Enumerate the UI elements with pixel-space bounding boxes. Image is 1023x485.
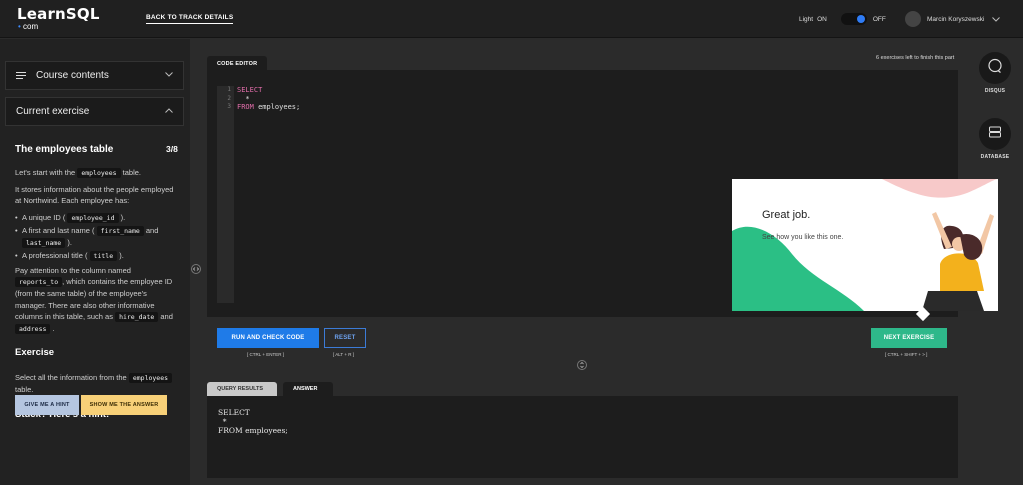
toggle-knob xyxy=(856,15,865,23)
tab-answer[interactable]: ANSWER xyxy=(283,382,333,396)
line-numbers: 1 2 3 xyxy=(217,86,234,303)
course-contents-toggle[interactable]: Course contents xyxy=(5,61,184,90)
logo[interactable]: LearnSQL • com xyxy=(17,6,100,32)
menu-icon xyxy=(16,72,26,80)
panel-resize-handle[interactable] xyxy=(577,360,587,370)
list-item: A first and last name ( first_name and l… xyxy=(15,225,180,249)
user-name: Marcin Koryszewski xyxy=(927,15,985,23)
intro-paragraph: Let's start with the employees table. xyxy=(15,168,141,178)
reset-shortcut: [ ALT + R ] xyxy=(333,352,354,357)
theme-switch: Light ON OFF xyxy=(799,13,890,25)
theme-off-label: OFF xyxy=(872,15,886,23)
chevron-down-icon xyxy=(992,15,1001,24)
exercise-counter: 3/8 xyxy=(166,144,178,154)
show-answer-button[interactable]: SHOW ME THE ANSWER xyxy=(81,395,167,415)
avatar xyxy=(905,11,921,27)
disqus-button[interactable] xyxy=(979,52,1011,84)
logo-domain: com xyxy=(23,22,39,31)
top-bar: LearnSQL • com BACK TO TRACK DETAILS Lig… xyxy=(0,0,1023,38)
disqus-label: DISQUS xyxy=(984,88,1006,94)
reset-button[interactable]: RESET xyxy=(324,328,366,348)
exercise-title: The employees table xyxy=(15,144,114,155)
next-exercise-button[interactable]: NEXT EXERCISE xyxy=(871,328,947,348)
theme-toggle[interactable] xyxy=(840,13,867,25)
logo-dot: • xyxy=(18,22,21,31)
database-icon xyxy=(988,125,1002,144)
theme-on-label: ON xyxy=(817,15,827,23)
current-exercise-toggle[interactable]: Current exercise xyxy=(5,97,184,126)
tab-query-results[interactable]: QUERY RESULTS xyxy=(207,382,277,396)
comment-icon xyxy=(987,58,1003,79)
user-menu[interactable]: Marcin Koryszewski xyxy=(905,11,1001,27)
exercise-heading: Exercise xyxy=(15,347,55,358)
next-shortcut: [ CTRL + SHIFT + > ] xyxy=(885,352,928,357)
task-paragraph: Select all the information from the empl… xyxy=(15,372,180,395)
back-to-track-link[interactable]: BACK TO TRACK DETAILS xyxy=(146,14,234,24)
current-exercise-label: Current exercise xyxy=(16,106,90,117)
answer-code: SELECT * FROM employees; xyxy=(218,408,288,435)
give-hint-button[interactable]: GIVE ME A HINT xyxy=(15,395,79,415)
database-button[interactable] xyxy=(979,118,1011,150)
run-and-check-button[interactable]: RUN AND CHECK CODE xyxy=(217,328,319,348)
chevron-up-icon xyxy=(165,105,173,115)
chevron-down-icon xyxy=(165,69,173,79)
celebration-illustration xyxy=(732,179,998,311)
course-contents-label: Course contents xyxy=(36,70,109,81)
sidebar: Course contents Current exercise The emp… xyxy=(0,39,190,485)
description-paragraph: It stores information about the people e… xyxy=(15,185,174,205)
code-chip: employees xyxy=(77,168,121,178)
sidebar-resize-handle[interactable] xyxy=(191,264,201,274)
theme-label: Light xyxy=(799,15,814,23)
tab-code-editor[interactable]: CODE EDITOR xyxy=(207,56,267,70)
database-label: DATABASE xyxy=(980,154,1010,160)
list-item: A unique ID ( employee_id ). xyxy=(15,212,180,224)
code-text[interactable]: SELECT * FROM employees; xyxy=(237,86,300,112)
reports-to-paragraph: Pay attention to the column named report… xyxy=(15,266,173,335)
great-job-popup[interactable]: Great job. See how you like this one. xyxy=(732,179,998,311)
list-item: A professional title ( title ). xyxy=(15,250,180,262)
column-list: A unique ID ( employee_id ). A first and… xyxy=(15,212,180,263)
popup-title: Great job. xyxy=(762,209,811,221)
answer-panel: SELECT * FROM employees; xyxy=(207,396,958,478)
exercises-remaining: 6 exercises left to finish this part xyxy=(876,55,955,61)
popup-text: See how you like this one. xyxy=(762,234,844,241)
logo-text: LearnSQL xyxy=(17,5,100,23)
run-shortcut: [ CTRL + ENTER ] xyxy=(247,352,284,357)
